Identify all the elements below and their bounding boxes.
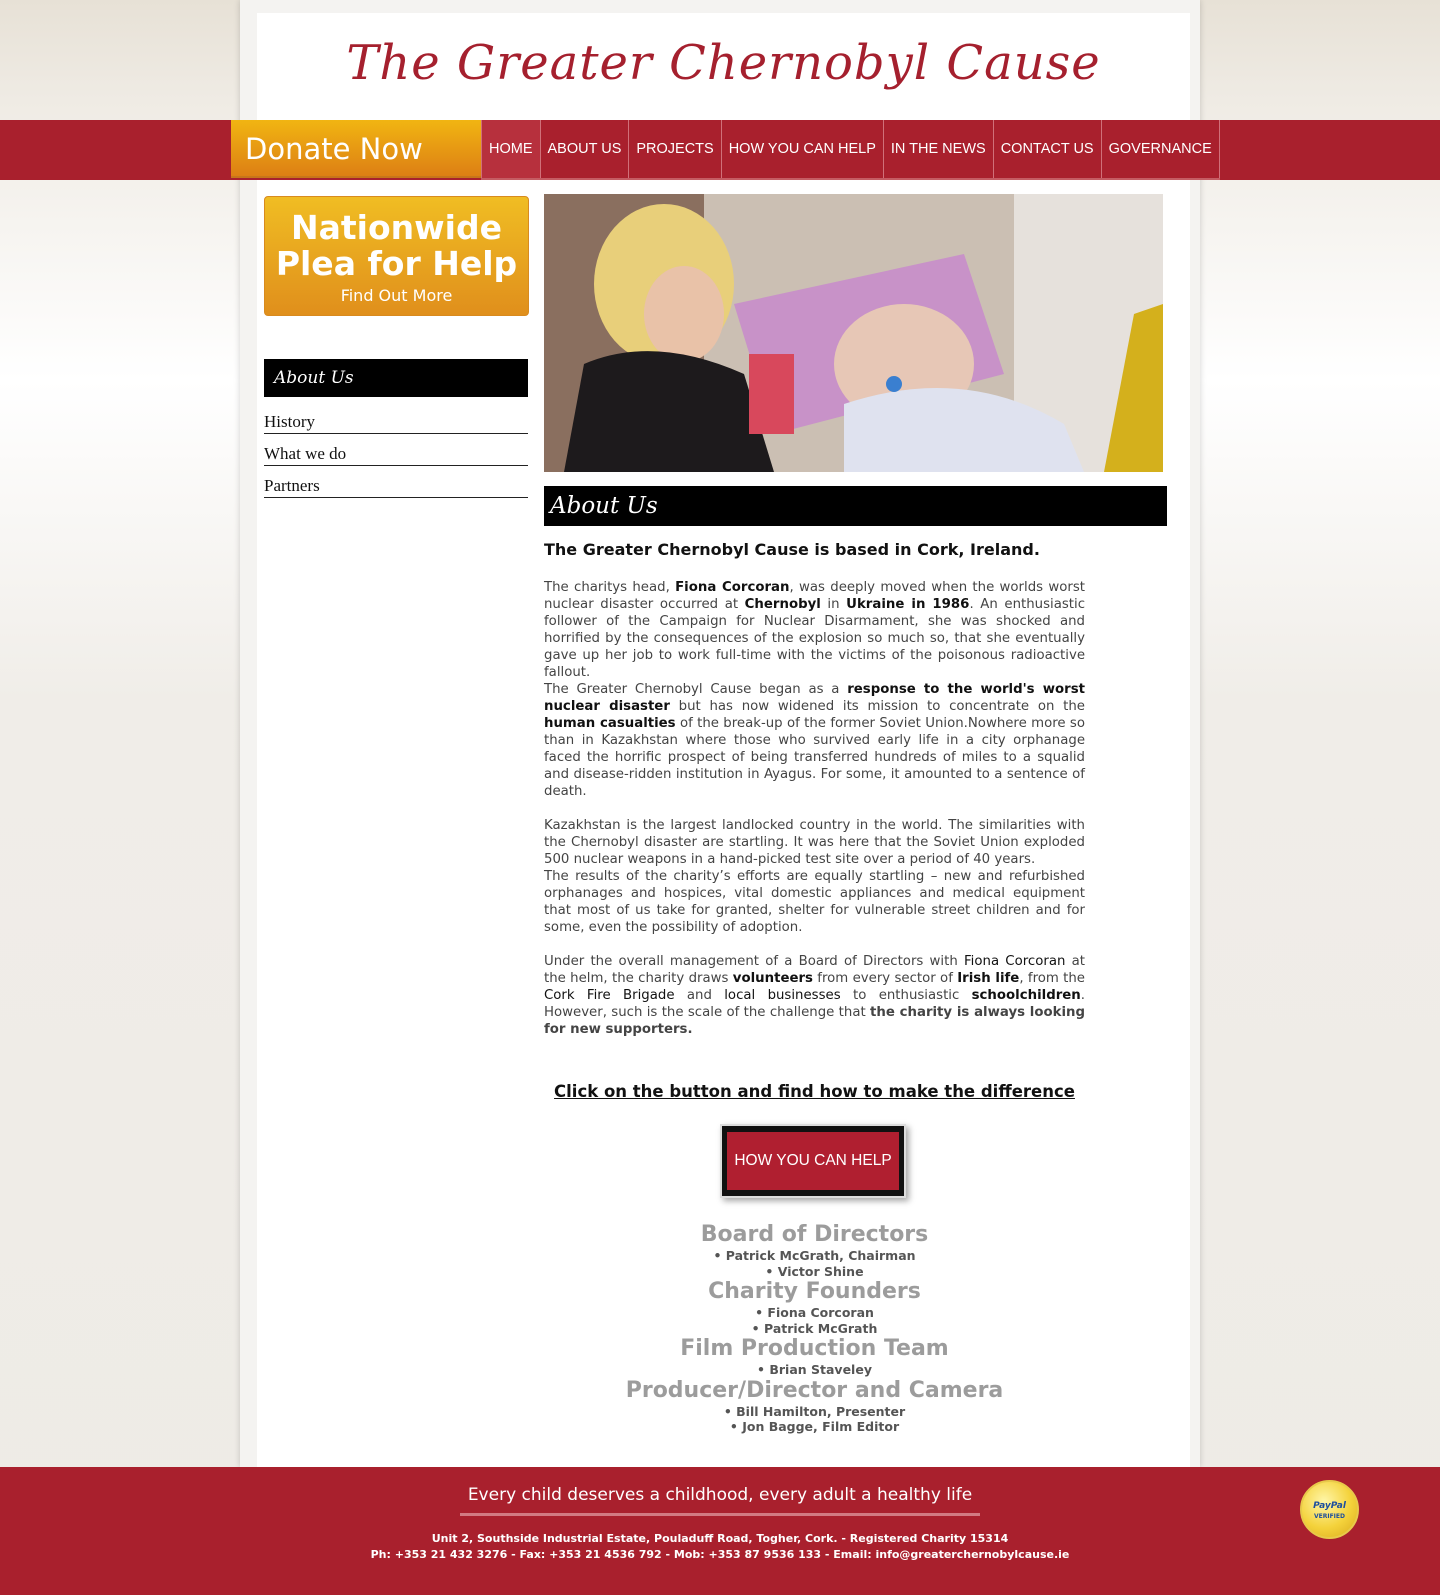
nav-contact-us[interactable]: CONTACT US xyxy=(992,120,1101,178)
team-list: Board of Directors • Patrick McGrath, Ch… xyxy=(544,1222,1085,1435)
plea-title: Nationwide Plea for Help xyxy=(265,210,528,282)
paragraph-2: The Greater Chernobyl Cause began as a r… xyxy=(544,682,1085,799)
hero-photo xyxy=(544,194,1163,472)
site-header: The Greater Chernobyl Cause xyxy=(257,13,1190,120)
plea-title-line1: Nationwide xyxy=(291,208,502,247)
team-member: • Brian Staveley xyxy=(757,1362,872,1377)
team-heading: Film Production Team xyxy=(680,1336,949,1361)
plea-for-help-banner[interactable]: Nationwide Plea for Help Find Out More xyxy=(264,196,529,316)
team-heading: Board of Directors xyxy=(700,1222,929,1247)
paragraph-3: Kazakhstan is the largest landlocked cou… xyxy=(544,818,1085,867)
nav-in-the-news[interactable]: IN THE NEWS xyxy=(882,120,993,178)
sidebar-item-history[interactable]: History xyxy=(264,412,528,434)
sidebar-heading: About Us xyxy=(264,359,528,397)
donate-now-button[interactable]: Donate Now xyxy=(231,120,481,178)
nav-how-you-can-help[interactable]: HOW YOU CAN HELP xyxy=(720,120,883,178)
team-member: • Jon Bagge, Film Editor xyxy=(729,1419,900,1434)
cta-link[interactable]: Click on the button and find how to make… xyxy=(544,1082,1085,1101)
paypal-verified-badge[interactable]: PayPal VERIFIED xyxy=(1300,1480,1359,1539)
paragraph-5: Under the overall management of a Board … xyxy=(544,954,1085,1037)
team-heading: Charity Founders xyxy=(708,1279,921,1304)
footer: Every child deserves a childhood, every … xyxy=(0,1467,1440,1595)
paragraph-1: The charitys head, Fiona Corcoran, was d… xyxy=(544,580,1086,680)
how-you-can-help-button[interactable]: HOW YOU CAN HELP xyxy=(720,1124,906,1198)
main-nav: HOME ABOUT US PROJECTS HOW YOU CAN HELP … xyxy=(481,120,1220,180)
sidebar-item-what-we-do[interactable]: What we do xyxy=(264,444,528,466)
team-member: • Patrick McGrath, Chairman xyxy=(713,1248,916,1263)
team-member: • Patrick McGrath xyxy=(751,1320,878,1336)
team-member: • Victor Shine xyxy=(765,1263,864,1279)
lead-sentence: The Greater Chernobyl Cause is based in … xyxy=(544,540,1040,559)
nav-home[interactable]: HOME xyxy=(481,120,540,178)
team-member: • Fiona Corcoran xyxy=(755,1305,874,1320)
about-content: The Greater Chernobyl Cause is based in … xyxy=(544,540,1085,1038)
find-out-more-link[interactable]: Find Out More xyxy=(265,286,528,305)
paypal-badge-text: PayPal xyxy=(1313,1501,1346,1511)
sidebar-item-partners[interactable]: Partners xyxy=(264,476,528,498)
how-you-can-help-label: HOW YOU CAN HELP xyxy=(727,1132,899,1190)
nav-projects[interactable]: PROJECTS xyxy=(628,120,720,178)
content-heading: About Us xyxy=(544,486,1167,526)
paypal-badge-subtext: VERIFIED xyxy=(1313,1513,1345,1520)
footer-address-line: Unit 2, Southside Industrial Estate, Pou… xyxy=(431,1532,1009,1545)
plea-title-line2: Plea for Help xyxy=(275,244,518,283)
footer-address: Unit 2, Southside Industrial Estate, Pou… xyxy=(0,1531,1440,1562)
sidebar-menu: History What we do Partners xyxy=(264,412,528,508)
footer-tagline: Every child deserves a childhood, every … xyxy=(460,1485,980,1516)
team-member: • Bill Hamilton, Presenter xyxy=(723,1403,906,1419)
nav-governance[interactable]: GOVERNANCE xyxy=(1100,120,1220,178)
team-heading: Producer/Director and Camera xyxy=(625,1377,1004,1403)
footer-contact-line[interactable]: Ph: +353 21 432 3276 - Fax: +353 21 4536… xyxy=(0,1547,1440,1563)
paragraph-4: The results of the charity’s efforts are… xyxy=(544,869,1085,935)
nav-about-us[interactable]: ABOUT US xyxy=(539,120,629,178)
site-title[interactable]: The Greater Chernobyl Cause xyxy=(257,35,1190,91)
